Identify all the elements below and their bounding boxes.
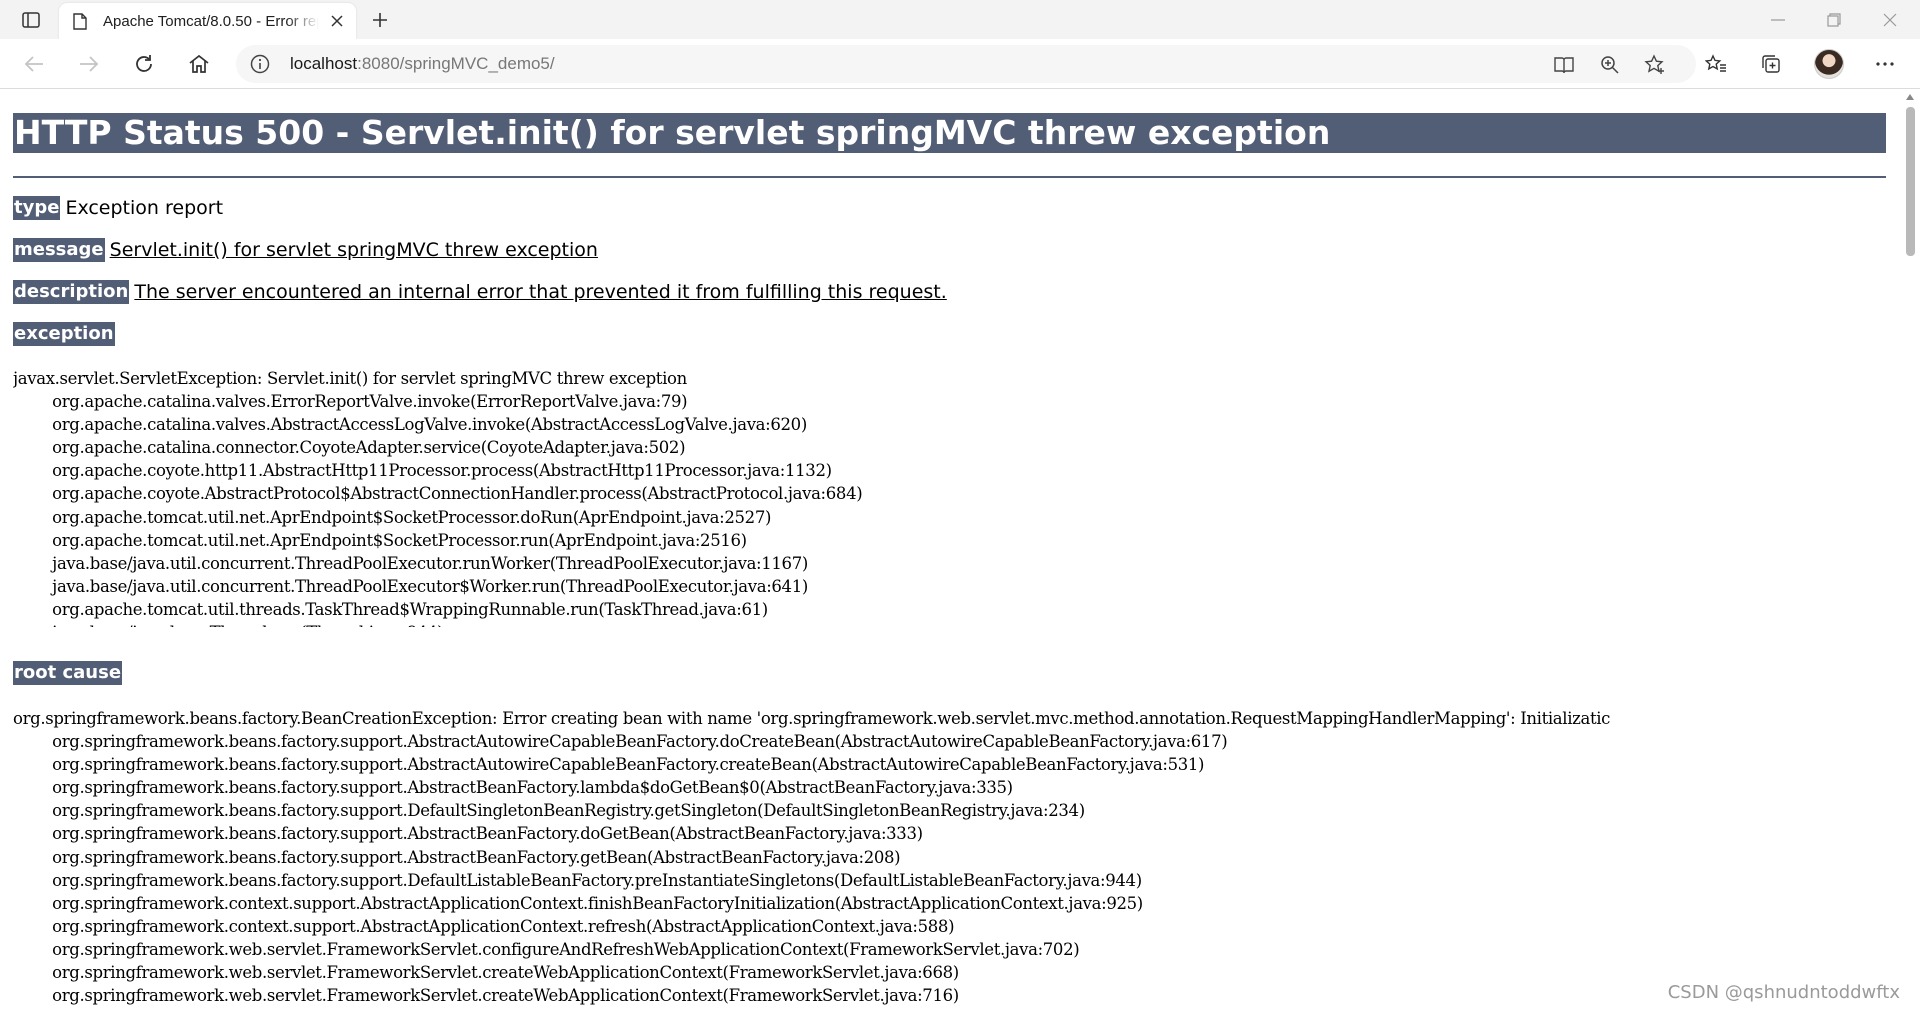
scroll-up-arrow-icon[interactable]: [1906, 94, 1914, 100]
vertical-scrollbar[interactable]: [1901, 90, 1920, 1009]
tab-bar: Apache Tomcat/8.0.50 - Error report: [0, 0, 1920, 39]
minimize-icon[interactable]: [1750, 0, 1806, 39]
type-value: Exception report: [65, 197, 224, 219]
message-value: Servlet.init() for servlet springMVC thr…: [109, 239, 598, 261]
window-close-icon[interactable]: [1862, 0, 1918, 39]
zoom-icon[interactable]: [1599, 54, 1621, 76]
back-icon[interactable]: [18, 50, 50, 78]
watermark: CSDN @qshnudntoddwftx: [1667, 982, 1900, 1003]
page-viewport: HTTP Status 500 - Servlet.init() for ser…: [0, 90, 1920, 1009]
heading-divider: [13, 176, 1886, 178]
page-title: HTTP Status 500 - Servlet.init() for ser…: [13, 113, 1886, 153]
home-icon[interactable]: [183, 50, 215, 78]
description-label: description: [13, 280, 130, 304]
url-text[interactable]: localhost:8080/springMVC_demo5/: [290, 54, 555, 74]
exception-label: exception: [13, 322, 115, 346]
browser-toolbar: localhost:8080/springMVC_demo5/: [0, 39, 1920, 89]
type-row: type Exception report: [13, 196, 223, 220]
scroll-thumb[interactable]: [1906, 107, 1915, 256]
message-row: message Servlet.init() for servlet sprin…: [13, 238, 598, 262]
tab-title: Apache Tomcat/8.0.50 - Error report: [103, 12, 319, 30]
root-cause-stack-trace: org.springframework.beans.factory.BeanCr…: [13, 709, 1611, 1006]
profile-avatar[interactable]: [1814, 49, 1844, 79]
sidebar-icon[interactable]: [14, 9, 48, 31]
refresh-icon[interactable]: [128, 50, 160, 78]
description-value: The server encountered an internal error…: [134, 281, 947, 303]
close-icon[interactable]: [327, 11, 347, 31]
type-label: type: [13, 196, 61, 220]
restore-icon[interactable]: [1806, 0, 1862, 39]
info-icon[interactable]: [250, 54, 270, 74]
collections-icon[interactable]: [1756, 50, 1786, 78]
immersive-reader-icon[interactable]: [1553, 54, 1575, 76]
exception-stack-trace: javax.servlet.ServletException: Servlet.…: [13, 369, 863, 627]
add-favorite-icon[interactable]: [1644, 54, 1666, 76]
more-icon[interactable]: [1870, 50, 1900, 78]
message-label: message: [13, 238, 105, 262]
url-path: :8080/springMVC_demo5/: [357, 54, 555, 73]
plus-icon[interactable]: [367, 8, 393, 32]
document-icon: [73, 12, 89, 30]
favorites-icon[interactable]: [1701, 50, 1731, 78]
root-cause-label: root cause: [13, 661, 123, 685]
exception-row: exception: [13, 322, 115, 346]
active-tab[interactable]: Apache Tomcat/8.0.50 - Error report: [59, 3, 356, 39]
error-report: HTTP Status 500 - Servlet.init() for ser…: [13, 90, 1886, 1005]
url-host: localhost: [290, 54, 358, 73]
forward-icon[interactable]: [73, 50, 105, 78]
address-bar[interactable]: localhost:8080/springMVC_demo5/: [236, 45, 1696, 83]
root-cause-row: root cause: [13, 661, 123, 685]
description-row: description The server encountered an in…: [13, 280, 947, 304]
